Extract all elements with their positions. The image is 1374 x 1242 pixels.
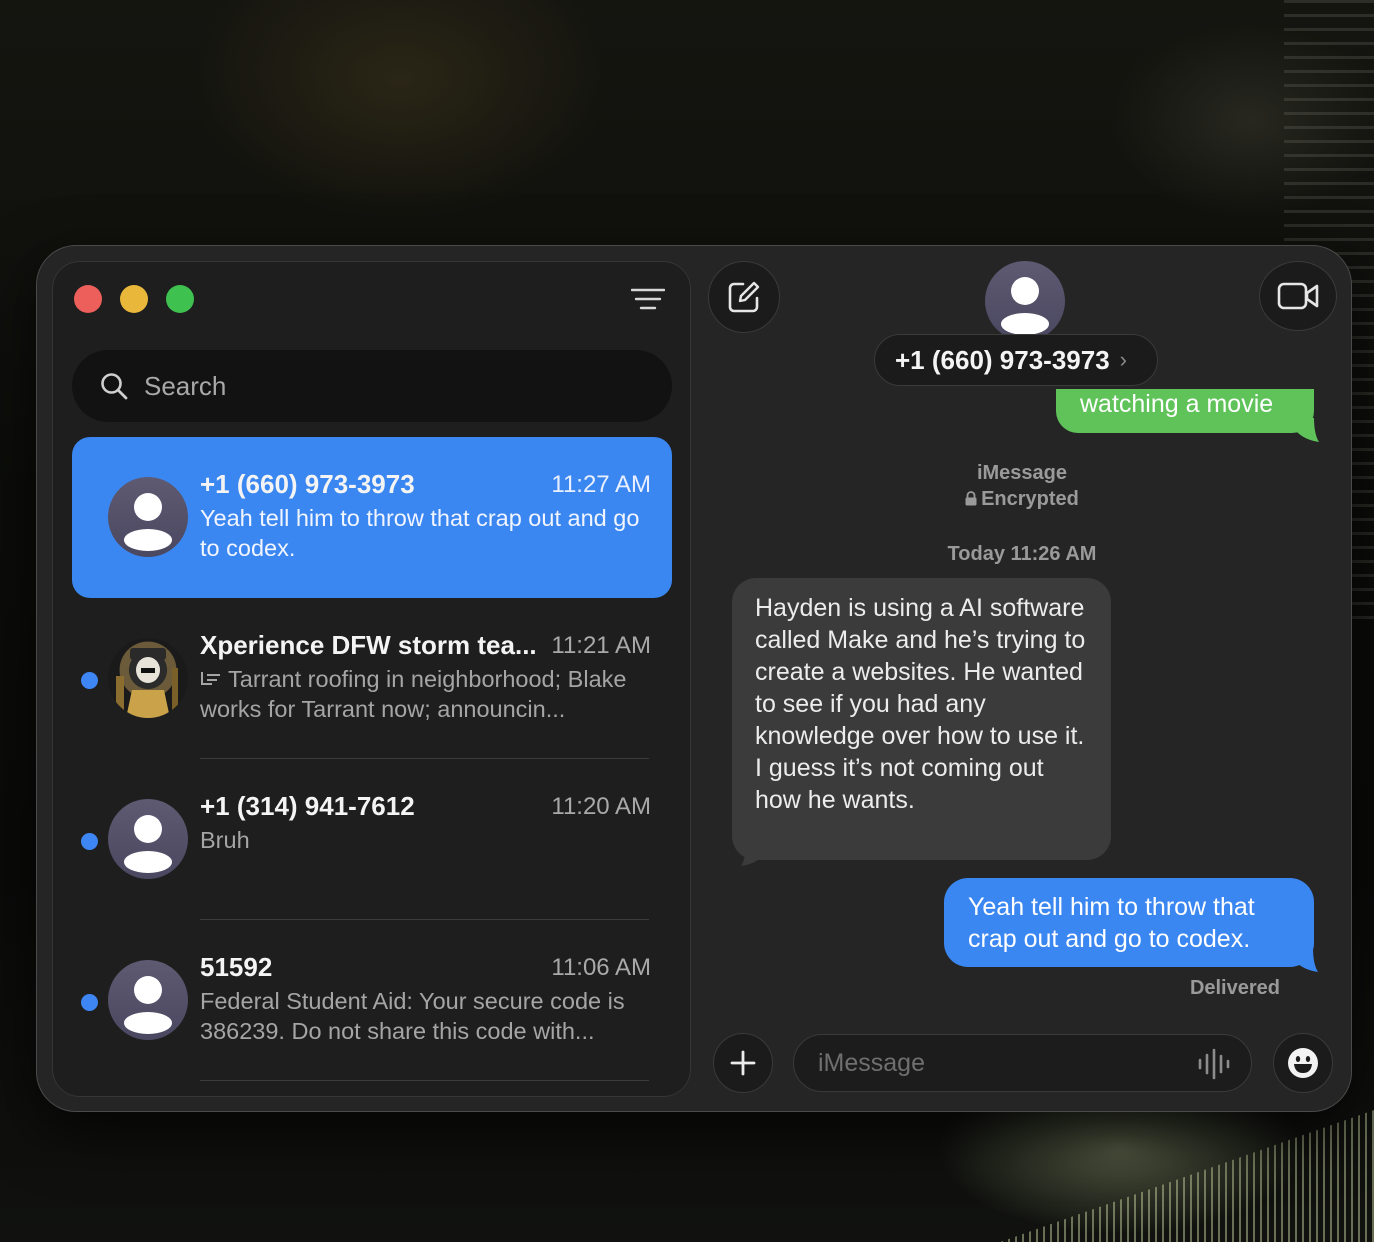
contact-name: +1 (660) 973-3973 xyxy=(895,344,1110,375)
service-label: iMessage xyxy=(976,462,1068,484)
compose-button[interactable] xyxy=(708,261,780,333)
close-button[interactable] xyxy=(74,285,102,313)
maximize-button[interactable] xyxy=(166,285,194,313)
contact-silhouette-icon xyxy=(124,815,172,873)
conversation-time: 11:27 AM xyxy=(551,471,651,498)
chevron-right-icon: › xyxy=(1119,347,1127,372)
bubble-tail xyxy=(1295,418,1319,442)
sidebar: Search +1 (660) 973-3973 11:27 AM Yeah t… xyxy=(52,261,691,1097)
group-avatar xyxy=(108,638,188,718)
search-icon xyxy=(101,373,128,400)
conversation-item[interactable]: +1 (660) 973-3973 11:27 AM Yeah tell him… xyxy=(72,437,672,598)
conversation-item[interactable]: +1 (314) 941-7612 11:20 AM Bruh xyxy=(72,759,672,920)
conversation-time: 11:20 AM xyxy=(551,793,651,820)
add-attachment-button[interactable] xyxy=(713,1033,773,1093)
avatar xyxy=(108,960,188,1040)
video-call-icon xyxy=(1277,282,1319,310)
bubble-tail xyxy=(1294,948,1318,972)
separator xyxy=(200,1080,649,1081)
bubble-tail xyxy=(741,842,765,866)
message-input-placeholder: iMessage xyxy=(818,1048,925,1077)
window-controls xyxy=(74,285,194,313)
unread-indicator xyxy=(81,833,98,850)
encryption-text: Encrypted xyxy=(981,488,1079,510)
avatar xyxy=(108,799,188,879)
avatar xyxy=(108,477,188,557)
incoming-message-bubble[interactable]: Hayden is using a AI software called Mak… xyxy=(732,578,1111,860)
filter-icon xyxy=(630,288,666,310)
encryption-label: Encrypted xyxy=(722,488,1322,511)
conversation-preview-text: Tarrant roofing in neighborhood; Blake w… xyxy=(200,666,627,722)
filter-button[interactable] xyxy=(630,286,666,312)
emoji-icon xyxy=(1288,1048,1318,1078)
conversation-item[interactable]: Xperience DFW storm tea... 11:21 AM Tarr… xyxy=(72,598,672,759)
conversation-preview: Federal Student Aid: Your secure code is… xyxy=(200,988,625,1044)
compose-icon xyxy=(728,281,760,313)
emoji-button[interactable] xyxy=(1273,1033,1333,1093)
unread-indicator xyxy=(81,672,98,689)
conversation-preview: Tarrant roofing in neighborhood; Blake w… xyxy=(200,664,655,724)
contact-name-button[interactable]: +1 (660) 973-3973 › xyxy=(874,334,1158,386)
contact-silhouette-icon xyxy=(124,493,172,551)
conversation-name: 51592 xyxy=(200,952,273,982)
unread-indicator xyxy=(81,994,98,1011)
contact-silhouette-icon xyxy=(1001,277,1049,335)
contact-avatar[interactable] xyxy=(985,261,1065,341)
conversation-name: +1 (314) 941-7612 xyxy=(200,791,415,821)
group-photo-icon xyxy=(116,648,178,718)
outgoing-message-bubble[interactable]: watching a movie xyxy=(1056,389,1314,433)
plus-icon xyxy=(730,1050,756,1076)
message-text: Hayden is using a AI software called Mak… xyxy=(755,594,1086,814)
message-text: watching a movie xyxy=(1080,390,1274,418)
lock-icon xyxy=(965,491,977,506)
conversation-preview: Yeah tell him to throw that crap out and… xyxy=(200,505,640,561)
message-text: Yeah tell him to throw that crap out and… xyxy=(968,893,1255,953)
outgoing-message-bubble[interactable]: Yeah tell him to throw that crap out and… xyxy=(944,878,1314,967)
messages-window: Search +1 (660) 973-3973 11:27 AM Yeah t… xyxy=(36,245,1352,1112)
waveform-icon[interactable] xyxy=(1197,1048,1231,1080)
search-field[interactable]: Search xyxy=(72,350,672,422)
conversation-item[interactable]: 51592 11:06 AM Federal Student Aid: Your… xyxy=(72,920,672,1081)
search-placeholder: Search xyxy=(144,370,227,401)
video-call-button[interactable] xyxy=(1259,261,1337,331)
minimize-button[interactable] xyxy=(120,285,148,313)
delivery-status: Delivered xyxy=(1189,977,1280,999)
message-timestamp: Today 11:26 AM xyxy=(947,543,1097,565)
conversation-time: 11:06 AM xyxy=(551,954,651,981)
conversation-name: Xperience DFW storm tea... xyxy=(200,630,537,660)
contact-silhouette-icon xyxy=(124,976,172,1034)
message-input[interactable]: iMessage xyxy=(793,1034,1252,1092)
conversation-time: 11:21 AM xyxy=(551,632,651,659)
reply-arrow-icon xyxy=(201,672,220,685)
conversation-preview: Bruh xyxy=(200,827,250,853)
conversation-name: +1 (660) 973-3973 xyxy=(200,469,415,499)
